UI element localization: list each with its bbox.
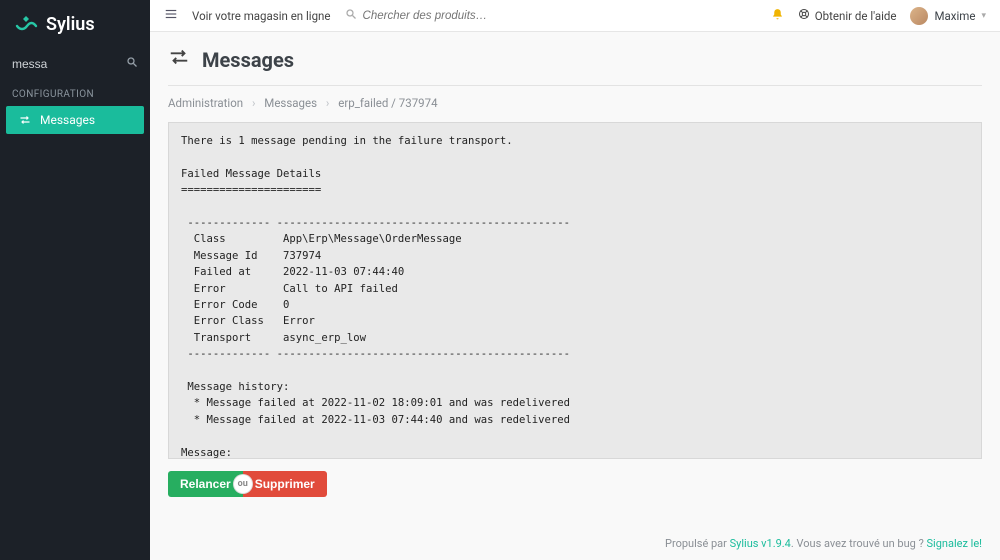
help-link[interactable]: Obtenir de l'aide [798, 8, 897, 23]
topbar-search[interactable] [345, 8, 533, 23]
main: Voir votre magasin en ligne Obtenir de l… [150, 0, 1000, 560]
footer-version: 1.9.4 [767, 537, 791, 550]
menu-toggle-icon[interactable] [164, 7, 178, 24]
breadcrumb-root[interactable]: Administration [168, 96, 243, 110]
chevron-right-icon: › [252, 96, 255, 110]
topbar-search-input[interactable] [363, 10, 533, 22]
footer-report-link[interactable]: Signalez le! [927, 537, 982, 550]
chevron-down-icon: ▾ [981, 11, 986, 21]
sidebar-search-input[interactable] [12, 57, 120, 71]
footer-powered: Propulsé par [665, 537, 730, 550]
message-detail: There is 1 message pending in the failur… [168, 122, 982, 459]
sidebar: Sylius CONFIGURATION Messages [0, 0, 150, 560]
sidebar-search[interactable] [0, 48, 150, 79]
footer-bug-text: . Vous avez trouvé un bug ? [791, 537, 927, 550]
sidebar-item-label: Messages [40, 113, 95, 127]
search-icon [345, 8, 357, 23]
footer-product-link[interactable]: Sylius [730, 537, 759, 550]
divider [168, 85, 982, 86]
breadcrumb-leaf: erp_failed / 737974 [338, 96, 437, 110]
page-title-text: Messages [202, 48, 294, 72]
retry-button[interactable]: Relancer [168, 471, 243, 497]
topbar: Voir votre magasin en ligne Obtenir de l… [150, 0, 1000, 32]
notification-icon[interactable] [771, 8, 784, 24]
breadcrumb: Administration › Messages › erp_failed /… [168, 96, 982, 110]
page-title: Messages [168, 46, 982, 73]
swap-icon [18, 113, 32, 127]
user-menu[interactable]: Maxime ▾ [910, 7, 986, 25]
view-store-link[interactable]: Voir votre magasin en ligne [192, 9, 331, 23]
action-buttons: Relancer ou Supprimer [168, 471, 982, 497]
footer: Propulsé par Sylius v1.9.4. Vous avez tr… [168, 497, 982, 550]
avatar [910, 7, 928, 25]
brand-name: Sylius [46, 14, 95, 35]
search-icon [126, 56, 138, 71]
user-name: Maxime [934, 9, 975, 23]
help-label: Obtenir de l'aide [815, 9, 897, 23]
swap-icon [168, 46, 190, 73]
page: Messages Administration › Messages › erp… [150, 32, 1000, 560]
life-ring-icon [798, 8, 810, 23]
delete-button[interactable]: Supprimer [243, 471, 327, 497]
footer-version-prefix: v [758, 537, 766, 550]
brand: Sylius [0, 0, 150, 48]
sylius-logo-icon [14, 12, 38, 36]
or-separator: ou [234, 475, 252, 493]
sidebar-item-messages[interactable]: Messages [6, 106, 144, 134]
sidebar-heading: CONFIGURATION [0, 79, 150, 106]
chevron-right-icon: › [326, 96, 329, 110]
breadcrumb-section[interactable]: Messages [264, 96, 317, 110]
